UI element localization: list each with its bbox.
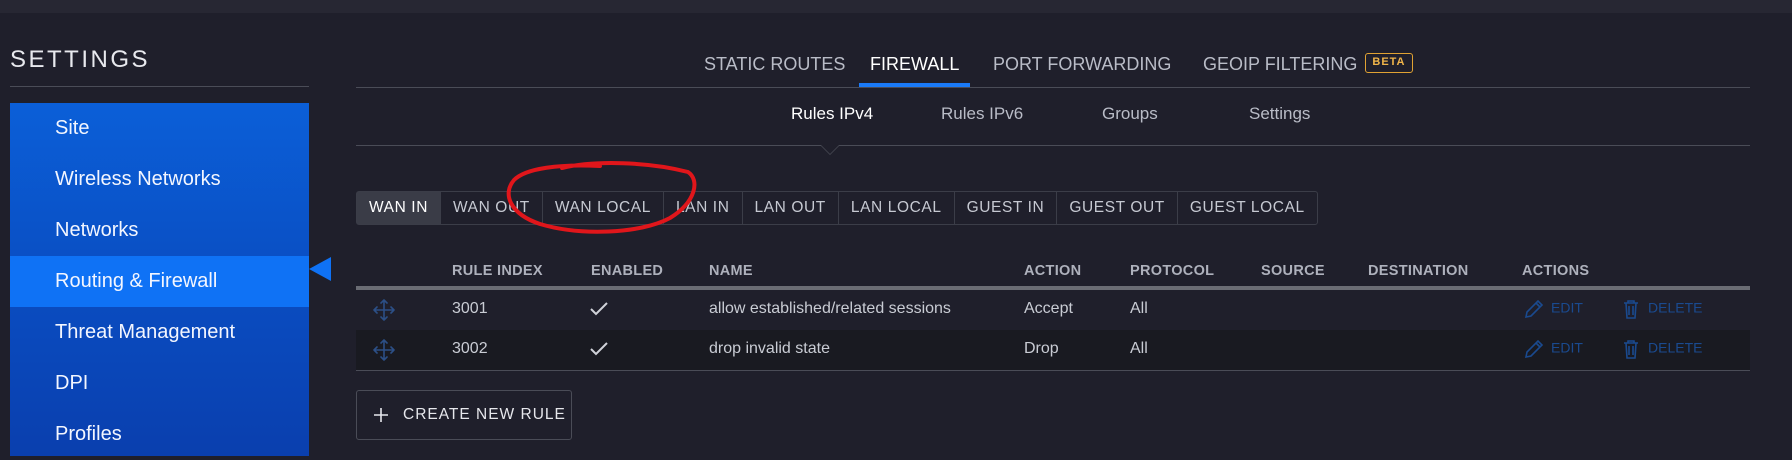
- trash-icon: [1624, 300, 1638, 319]
- sidebar-item-profiles[interactable]: Profiles: [10, 409, 309, 460]
- col-name: NAME: [709, 263, 753, 279]
- ruleset-guest-out[interactable]: GUEST OUT: [1057, 192, 1178, 224]
- table-row: 3002 drop invalid state Drop All EDIT DE…: [356, 330, 1750, 370]
- subtabs-divider: [356, 145, 1750, 146]
- delete-button[interactable]: DELETE: [1620, 298, 1702, 320]
- main-tabs: STATIC ROUTES FIREWALL PORT FORWARDING G…: [356, 48, 1750, 88]
- subtab-groups[interactable]: Groups: [1102, 104, 1158, 124]
- create-new-rule-button[interactable]: CREATE NEW RULE: [356, 390, 572, 440]
- rule-index: 3002: [452, 340, 488, 357]
- subtab-rules-ipv4[interactable]: Rules IPv4: [791, 104, 873, 124]
- col-source: SOURCE: [1261, 263, 1325, 279]
- sidebar-item-routing-firewall[interactable]: Routing & Firewall: [10, 256, 309, 307]
- ruleset-wan-out[interactable]: WAN OUT: [441, 192, 543, 224]
- rule-protocol: All: [1130, 300, 1148, 317]
- active-subtab-caret-inner: [821, 145, 839, 154]
- edit-button[interactable]: EDIT: [1523, 338, 1583, 360]
- subtab-rules-ipv6[interactable]: Rules IPv6: [941, 104, 1023, 124]
- pencil-icon: [1524, 339, 1544, 359]
- create-new-rule-label: CREATE NEW RULE: [403, 406, 566, 423]
- tab-static-routes[interactable]: STATIC ROUTES: [704, 48, 845, 86]
- settings-divider: [10, 86, 309, 87]
- rule-protocol: All: [1130, 340, 1148, 357]
- edit-label: EDIT: [1551, 299, 1583, 316]
- delete-button[interactable]: DELETE: [1620, 338, 1702, 360]
- sidebar-item-threat-management[interactable]: Threat Management: [10, 307, 309, 358]
- active-item-pointer: [309, 257, 331, 281]
- table-row: 3001 allow established/related sessions …: [356, 290, 1750, 330]
- sidebar-item-wireless-networks[interactable]: Wireless Networks: [10, 154, 309, 205]
- move-icon[interactable]: [372, 298, 396, 322]
- rule-name: allow established/related sessions: [709, 300, 951, 317]
- col-rule-index: RULE INDEX: [452, 263, 543, 279]
- rule-action: Accept: [1024, 300, 1073, 317]
- top-bar: [0, 0, 1792, 13]
- ruleset-lan-in[interactable]: LAN IN: [664, 192, 743, 224]
- settings-title: SETTINGS: [10, 46, 151, 73]
- move-icon[interactable]: [372, 338, 396, 362]
- col-action: ACTION: [1024, 263, 1082, 279]
- tab-geoip-filtering[interactable]: GEOIP FILTERING BETA: [1203, 48, 1413, 86]
- col-enabled: ENABLED: [591, 263, 664, 279]
- main-tabs-divider: [356, 87, 1750, 88]
- tab-geoip-filtering-label: GEOIP FILTERING: [1203, 54, 1358, 74]
- pencil-icon: [1524, 299, 1544, 319]
- edit-label: EDIT: [1551, 339, 1583, 356]
- col-destination: DESTINATION: [1368, 263, 1469, 279]
- rule-set-selector: WAN IN WAN OUT WAN LOCAL LAN IN LAN OUT …: [356, 191, 1318, 225]
- sidebar: Site Wireless Networks Networks Routing …: [10, 103, 309, 456]
- ruleset-lan-local[interactable]: LAN LOCAL: [839, 192, 955, 224]
- beta-badge: BETA: [1365, 53, 1413, 74]
- edit-button[interactable]: EDIT: [1523, 298, 1583, 320]
- trash-icon: [1624, 340, 1638, 359]
- tab-firewall[interactable]: FIREWALL: [870, 48, 959, 86]
- sidebar-item-dpi[interactable]: DPI: [10, 358, 309, 409]
- col-actions: ACTIONS: [1522, 263, 1590, 279]
- ruleset-guest-in[interactable]: GUEST IN: [955, 192, 1058, 224]
- table-bottom-divider: [356, 370, 1750, 371]
- ruleset-wan-local[interactable]: WAN LOCAL: [543, 192, 664, 224]
- delete-label: DELETE: [1648, 339, 1703, 356]
- check-icon: [590, 302, 608, 316]
- tab-port-forwarding[interactable]: PORT FORWARDING: [993, 48, 1171, 86]
- subtab-settings[interactable]: Settings: [1249, 104, 1310, 124]
- plus-icon: [374, 408, 388, 422]
- ruleset-wan-in[interactable]: WAN IN: [357, 192, 441, 224]
- col-protocol: PROTOCOL: [1130, 263, 1215, 279]
- rule-name: drop invalid state: [709, 340, 830, 357]
- sidebar-item-networks[interactable]: Networks: [10, 205, 309, 256]
- check-icon: [590, 342, 608, 356]
- ruleset-lan-out[interactable]: LAN OUT: [743, 192, 839, 224]
- rule-index: 3001: [452, 300, 488, 317]
- ruleset-guest-local[interactable]: GUEST LOCAL: [1178, 192, 1317, 224]
- sidebar-item-site[interactable]: Site: [10, 103, 309, 154]
- rule-action: Drop: [1024, 340, 1059, 357]
- delete-label: DELETE: [1648, 299, 1703, 316]
